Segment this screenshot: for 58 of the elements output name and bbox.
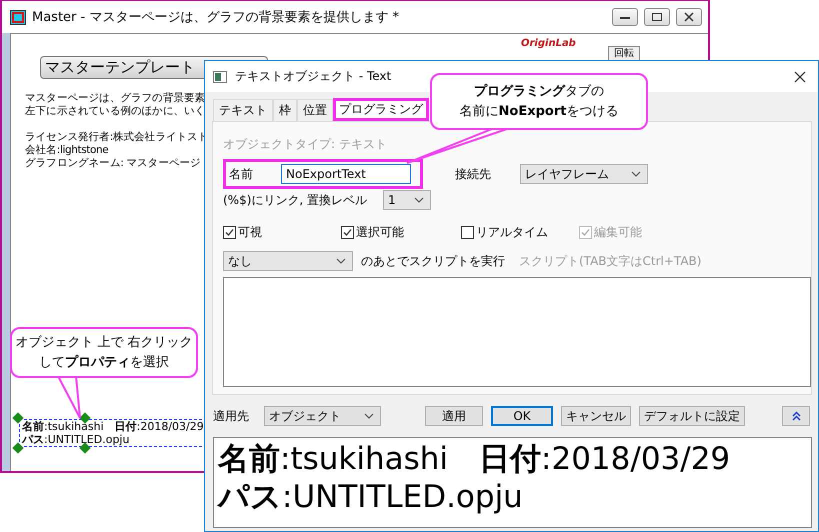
apply-to-dropdown[interactable]: オブジェクト — [264, 406, 381, 426]
close-icon[interactable] — [794, 70, 806, 82]
app-icon — [10, 10, 26, 24]
page-text: グラフロングネーム: マスターページ — [25, 157, 201, 170]
script-field[interactable] — [223, 277, 811, 387]
checkbox[interactable]: リアルタイム — [461, 224, 579, 241]
maximize-button[interactable] — [644, 8, 670, 26]
close-button[interactable] — [676, 8, 702, 26]
script-hint: スクリプト(TAB文字はCtrl+TAB) — [519, 252, 702, 270]
trigger-dropdown[interactable]: なし — [223, 251, 353, 271]
connect-label: 接続先 — [455, 166, 492, 182]
name-field[interactable]: NoExportText — [281, 164, 411, 184]
chevron-down-icon — [364, 413, 374, 419]
apply-to-label: 適用先 — [213, 408, 250, 424]
object-type-label: オブジェクトタイプ: テキスト — [223, 136, 388, 153]
maximize-icon — [652, 13, 662, 21]
dialog-button[interactable]: 適用 — [425, 406, 483, 426]
level-dropdown[interactable]: 1 — [383, 190, 431, 210]
dialog-button[interactable]: デフォルトに設定 — [639, 406, 745, 426]
dialog-button[interactable]: OK — [491, 406, 553, 426]
minimize-icon — [620, 16, 630, 18]
chevron-down-icon — [336, 258, 346, 264]
dialog-icon — [213, 70, 227, 82]
script-label: のあとでスクリプトを実行 — [361, 252, 505, 270]
close-icon — [684, 12, 694, 22]
checkbox[interactable]: 選択可能 — [341, 224, 461, 241]
connect-dropdown[interactable]: レイヤフレーム — [520, 164, 648, 184]
preview-text: パス:UNTITLED.opju — [218, 478, 524, 516]
dialog-button[interactable]: キャンセル — [561, 406, 631, 426]
double-chevron-up-icon — [792, 411, 800, 421]
tab[interactable]: 枠 — [273, 99, 297, 121]
callout-text: プログラミングタブの 名前にNoExportをつける — [460, 82, 618, 120]
chevron-down-icon — [631, 171, 641, 177]
selection-handle[interactable] — [12, 442, 24, 454]
text-line: パス:UNTITLED.opju — [22, 433, 130, 446]
checkbox[interactable]: 可視 — [223, 224, 341, 241]
link-label: (%$)にリンク, 置換レベル — [223, 192, 368, 208]
chevron-down-icon — [414, 197, 424, 203]
page-text: 左下に示されている例のほかに、いく — [25, 105, 206, 118]
tab[interactable]: テキスト — [213, 99, 273, 121]
text-line: 名前:tsukihashi 日付:2018/03/29 — [22, 420, 204, 433]
checkbox-square-icon — [223, 226, 236, 239]
logo: OriginLab — [521, 38, 576, 49]
checkbox-square-icon — [341, 226, 354, 239]
page-text: 会社名:lightstone — [25, 144, 108, 157]
rotate-button[interactable]: 回転 — [608, 46, 640, 61]
tab[interactable]: 位置 — [297, 99, 333, 121]
page-text: マスターページは、グラフの背景要素 — [25, 92, 206, 105]
checkbox-square-icon — [579, 226, 592, 239]
name-label: 名前 — [229, 166, 254, 182]
preview-text: 名前:tsukihashi 日付:2018/03/29 — [218, 440, 732, 478]
window-title: Master - マスターページは、グラフの背景要素を提供します * — [32, 9, 399, 26]
callout-text: オブジェクト 上で 右クリック してプロパティを選択 — [15, 334, 193, 372]
tab[interactable]: プログラミング — [333, 98, 429, 121]
selection-handle[interactable] — [12, 412, 24, 424]
minimize-button[interactable] — [612, 8, 638, 26]
collapse-button[interactable] — [782, 406, 810, 426]
checkbox-square-icon — [461, 226, 474, 239]
